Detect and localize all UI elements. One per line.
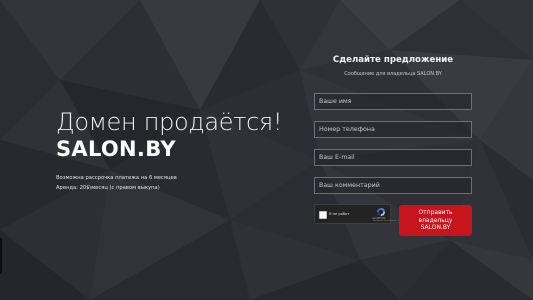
comment-input[interactable] [314,177,472,194]
email-input[interactable] [314,149,472,166]
phone-input[interactable] [314,121,472,138]
rent-note: Аренда: 20$\месяц (с правом выкупа) [56,185,160,191]
recaptcha-label: Я не робот [329,212,350,216]
sale-info: Домен продаётся! SALON.BY Возможна расср… [56,108,286,193]
recaptcha-icon [377,208,385,216]
left-edge-strip [0,238,2,274]
offer-form: Сделайте предложение Сообщение для владе… [314,52,472,236]
recaptcha-checkbox[interactable] [319,211,327,219]
offer-subtitle: Сообщение для владельца SALON.BY [344,71,442,77]
send-offer-button[interactable]: Отправить владельцу SALON.BY [399,205,472,236]
offer-title: Сделайте предложение [332,55,454,65]
domain-sale-page: Домен продаётся! SALON.BY Возможна расср… [0,0,533,300]
name-input[interactable] [314,93,472,110]
domain-name: SALON.BY [56,137,176,161]
installments-note: Возможна рассрочка платежа на 6 месяцев [56,175,177,181]
sale-heading: Домен продаётся! [56,108,283,136]
recaptcha-widget: Я не робот reCAPTCHA Конфиденциальность … [314,204,407,224]
